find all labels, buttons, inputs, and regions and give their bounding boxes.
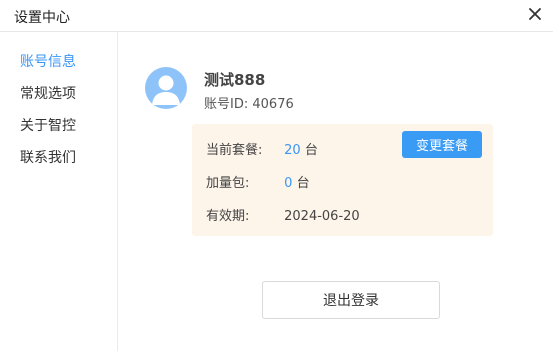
settings-window: 设置中心 账号信息 常规选项 关于智控 联系我们 测试888 账号ID: 406…: [0, 0, 553, 351]
sidebar-item-account-info[interactable]: 账号信息: [20, 51, 76, 71]
change-plan-button[interactable]: 变更套餐: [402, 131, 482, 158]
title-bar: 设置中心: [0, 0, 553, 32]
addon-row: 加量包: 0 台: [206, 172, 310, 191]
avatar: [145, 67, 187, 109]
current-plan-row: 当前套餐: 20 台: [206, 139, 318, 158]
current-plan-value: 20: [284, 143, 301, 158]
account-id: 账号ID: 40676: [204, 93, 294, 112]
plan-card: 当前套餐: 20 台 变更套餐 加量包: 0 台 有效期: 2024-06-20: [192, 124, 493, 236]
username: 测试888: [204, 71, 266, 89]
user-avatar-icon: [152, 75, 180, 105]
addon-unit: 台: [296, 176, 310, 191]
current-plan-unit: 台: [304, 143, 318, 158]
logout-button[interactable]: 退出登录: [262, 281, 440, 319]
addon-value: 0: [284, 176, 293, 191]
validity-row: 有效期: 2024-06-20: [206, 205, 360, 224]
account-info-panel: 测试888 账号ID: 40676 当前套餐: 20 台 变更套餐 加量包: 0…: [118, 32, 553, 351]
account-id-label: 账号ID:: [204, 97, 249, 112]
account-id-value: 40676: [252, 97, 294, 112]
sidebar-item-about[interactable]: 关于智控: [20, 115, 76, 135]
sidebar-item-general-options[interactable]: 常规选项: [20, 83, 76, 103]
sidebar: 账号信息 常规选项 关于智控 联系我们: [0, 32, 118, 351]
sidebar-item-contact-us[interactable]: 联系我们: [20, 147, 76, 167]
current-plan-label: 当前套餐:: [206, 143, 263, 158]
validity-value: 2024-06-20: [284, 209, 360, 224]
close-button[interactable]: [525, 4, 545, 24]
addon-label: 加量包:: [206, 176, 250, 191]
window-title: 设置中心: [14, 10, 70, 26]
close-icon: [529, 8, 541, 20]
validity-label: 有效期:: [206, 209, 250, 224]
